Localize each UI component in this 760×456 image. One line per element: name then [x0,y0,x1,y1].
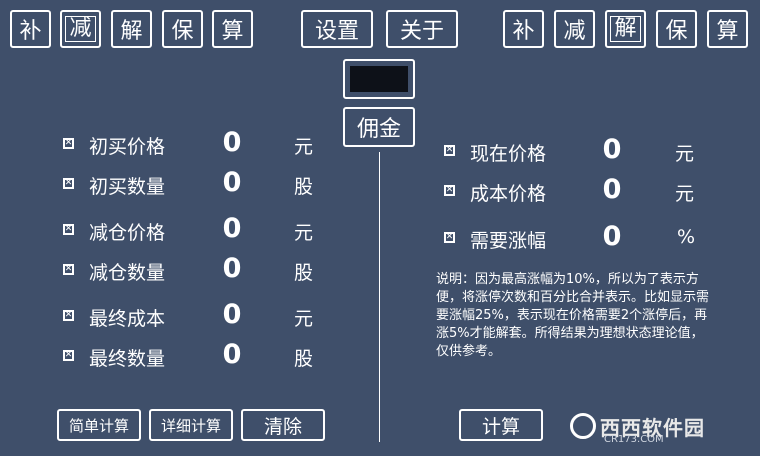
watermark-site: CR173.COM [604,434,664,445]
value-field[interactable]: 0 [592,174,632,205]
clear-button[interactable]: 清除 [241,409,325,441]
value-field[interactable]: 0 [212,213,252,244]
row-label: 成本价格 [470,183,547,205]
left-tab-bao[interactable]: 保 [162,10,203,48]
x-checkbox-icon[interactable]: ✕ [63,264,74,275]
unit-label: 元 [294,308,314,330]
row-label: 最终成本 [89,308,166,330]
left-tab-jie[interactable]: 解 [111,10,152,48]
unit-label: 元 [294,222,314,244]
value-field[interactable]: 0 [592,134,632,165]
unit-label: 元 [675,143,695,165]
simple-calc-button[interactable]: 简单计算 [57,409,141,441]
value-field[interactable]: 0 [212,127,252,158]
watermark: 西西软件园 CR173.COM [570,408,750,445]
x-checkbox-icon[interactable]: ✕ [444,185,455,196]
result-display [343,59,415,99]
x-checkbox-icon[interactable]: ✕ [63,178,74,189]
row-label: 减仓价格 [89,222,166,244]
unit-label: % [677,226,696,248]
row-label: 现在价格 [470,143,547,165]
value-field[interactable]: 0 [212,167,252,198]
row-label: 初买数量 [89,176,166,198]
x-checkbox-icon[interactable]: ✕ [444,145,455,156]
unit-label: 股 [294,348,314,370]
explanation-note: 说明：因为最高涨幅为10%，所以为了表示方便，将涨停次数和百分比合并表示。比如显… [436,272,710,359]
value-field[interactable]: 0 [212,253,252,284]
unit-label: 股 [294,262,314,284]
right-tab-bu[interactable]: 补 [503,10,544,48]
row-label: 减仓数量 [89,262,166,284]
right-tab-jian[interactable]: 减 [554,10,595,48]
unit-label: 元 [675,183,695,205]
row-label: 需要涨幅 [470,230,547,252]
unit-label: 股 [294,176,314,198]
value-field[interactable]: 0 [592,221,632,252]
x-checkbox-icon[interactable]: ✕ [444,232,455,243]
row-label: 初买价格 [89,136,166,158]
x-checkbox-icon[interactable]: ✕ [63,310,74,321]
right-tab-jie[interactable]: 解 [605,10,646,48]
watermark-logo-icon [570,413,596,439]
left-tab-bu[interactable]: 补 [10,10,51,48]
right-tab-bao[interactable]: 保 [656,10,697,48]
left-tab-suan[interactable]: 算 [212,10,253,48]
about-button[interactable]: 关于 [386,10,458,48]
display-screen [350,66,408,92]
left-tab-jian[interactable]: 减 [60,10,101,48]
detail-calc-button[interactable]: 详细计算 [149,409,233,441]
unit-label: 元 [294,136,314,158]
settings-button[interactable]: 设置 [301,10,373,48]
value-field[interactable]: 0 [212,339,252,370]
panel-divider [379,152,380,442]
value-field[interactable]: 0 [212,299,252,330]
row-label: 最终数量 [89,348,166,370]
right-tab-suan[interactable]: 算 [707,10,748,48]
x-checkbox-icon[interactable]: ✕ [63,350,74,361]
x-checkbox-icon[interactable]: ✕ [63,224,74,235]
x-checkbox-icon[interactable]: ✕ [63,138,74,149]
calculate-button[interactable]: 计算 [459,409,543,441]
commission-button[interactable]: 佣金 [343,107,415,147]
